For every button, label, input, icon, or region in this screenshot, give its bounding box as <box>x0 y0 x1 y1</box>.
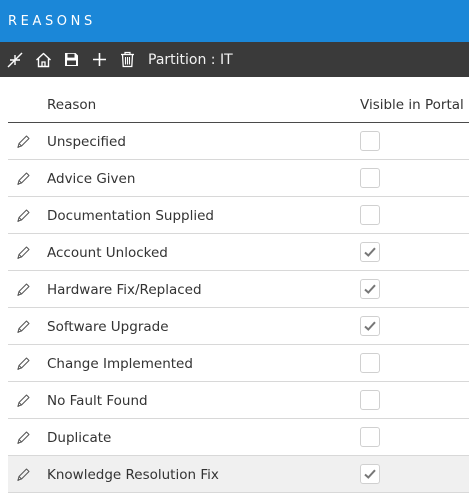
visible-in-portal-checkbox[interactable] <box>360 131 380 151</box>
delete-button[interactable] <box>113 42 141 77</box>
checkmark-icon <box>364 321 376 331</box>
table-row[interactable]: Documentation Supplied <box>8 197 469 234</box>
pencil-icon[interactable] <box>15 467 31 483</box>
table-row[interactable]: Unspecified <box>8 123 469 160</box>
save-icon <box>64 53 78 66</box>
visible-in-portal-checkbox[interactable] <box>360 168 380 188</box>
reason-label: Knowledge Resolution Fix <box>47 467 219 483</box>
reason-label: Documentation Supplied <box>47 208 215 224</box>
pencil-icon[interactable] <box>15 282 31 298</box>
visible-in-portal-checkbox[interactable] <box>360 316 380 336</box>
table-row[interactable]: Software Upgrade <box>8 308 469 345</box>
table-row[interactable]: No Fault Found <box>8 382 469 419</box>
reason-label: Software Upgrade <box>47 319 169 335</box>
reason-label: Change Implemented <box>47 356 193 372</box>
toolbar: Partition : IT <box>0 42 469 77</box>
table-row[interactable]: Advice Given <box>8 160 469 197</box>
pencil-icon[interactable] <box>15 208 31 224</box>
column-header-reason[interactable]: Reason <box>47 97 96 113</box>
visible-in-portal-checkbox[interactable] <box>360 427 380 447</box>
visible-in-portal-checkbox[interactable] <box>360 242 380 262</box>
grid-body: Unspecified Advice Given Documentation Sup… <box>8 123 469 493</box>
table-row[interactable]: Knowledge Resolution Fix <box>8 456 469 493</box>
pencil-icon[interactable] <box>15 134 31 150</box>
plus-icon <box>92 53 106 66</box>
visible-in-portal-checkbox[interactable] <box>360 279 380 299</box>
reason-label: No Fault Found <box>47 393 148 409</box>
visible-in-portal-checkbox[interactable] <box>360 353 380 373</box>
table-row[interactable]: Change Implemented <box>8 345 469 382</box>
save-button[interactable] <box>57 42 85 77</box>
collapse-icon <box>7 52 22 67</box>
home-icon <box>35 52 51 67</box>
reasons-grid: Reason Visible in Portal Unspecified Advi… <box>8 86 469 493</box>
table-row[interactable]: Account Unlocked <box>8 234 469 271</box>
reason-label: Duplicate <box>47 430 112 446</box>
visible-in-portal-checkbox[interactable] <box>360 464 380 484</box>
pencil-icon[interactable] <box>15 393 31 409</box>
visible-in-portal-checkbox[interactable] <box>360 205 380 225</box>
visible-in-portal-checkbox[interactable] <box>360 390 380 410</box>
column-header-visible-in-portal[interactable]: Visible in Portal <box>360 97 464 113</box>
checkmark-icon <box>364 284 376 294</box>
reason-label: Hardware Fix/Replaced <box>47 282 202 298</box>
table-row[interactable]: Hardware Fix/Replaced <box>8 271 469 308</box>
grid-header: Reason Visible in Portal <box>8 86 469 123</box>
trash-icon <box>120 51 134 68</box>
home-button[interactable] <box>29 42 57 77</box>
partition-label: Partition : IT <box>148 51 233 68</box>
reason-label: Account Unlocked <box>47 245 168 261</box>
checkmark-icon <box>364 247 376 257</box>
reason-label: Unspecified <box>47 134 126 150</box>
checkmark-icon <box>364 469 376 479</box>
table-row[interactable]: Duplicate <box>8 419 469 456</box>
app-title: REASONS <box>0 0 469 42</box>
pencil-icon[interactable] <box>15 319 31 335</box>
pencil-icon[interactable] <box>15 430 31 446</box>
pencil-icon[interactable] <box>15 171 31 187</box>
pencil-icon[interactable] <box>15 245 31 261</box>
add-button[interactable] <box>85 42 113 77</box>
collapse-button[interactable] <box>0 42 29 77</box>
pencil-icon[interactable] <box>15 356 31 372</box>
reason-label: Advice Given <box>47 171 136 187</box>
